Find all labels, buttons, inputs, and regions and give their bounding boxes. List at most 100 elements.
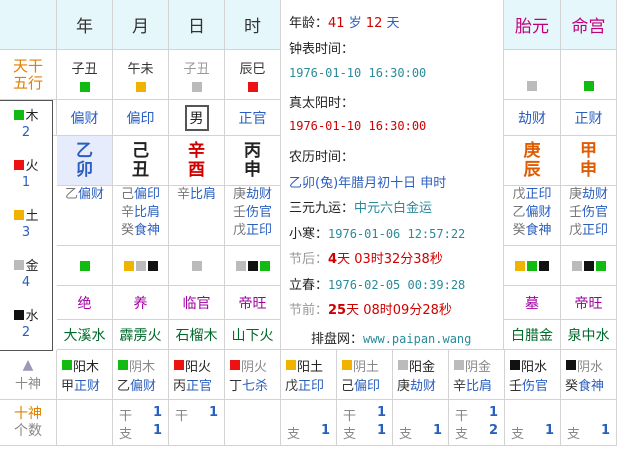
tengod-name: 正印 (298, 378, 325, 394)
yinyang-text: 阳火 (185, 359, 212, 375)
changsheng-cell: 养 (113, 286, 169, 320)
canggan-gan: 癸 (120, 223, 134, 238)
count-row-label: 十神 个数 (0, 400, 57, 446)
nayin-cell: 大溪水 (57, 320, 113, 350)
tengod-yinyang: 阳木 (61, 356, 99, 375)
canggan-shishen: 伤官 (246, 205, 273, 220)
tengod-cell: 阳火丙正官 (169, 350, 225, 400)
changsheng-text: 帝旺 (574, 295, 603, 312)
tengod-name: 劫财 (410, 378, 437, 394)
gan-count-line: 干1 (175, 405, 218, 424)
tengod-line: 丙正官 (173, 375, 212, 394)
site-link[interactable]: www.paipan.wang (363, 332, 471, 346)
zhi-count-line: 支1 (511, 423, 554, 442)
zhi-count-line: 支1 (399, 423, 442, 442)
count-cell (225, 400, 281, 446)
tengod-cell: 阴土己偏印 (337, 350, 393, 400)
changsheng-cell-right: 墓 (504, 286, 561, 320)
canggan-cell: 庚劫财 壬伤官 戊正印 (225, 186, 281, 246)
tengod-name: 偏财 (130, 378, 157, 394)
tengod-gan: 壬 (509, 378, 523, 394)
canggan-shishen: 正印 (582, 223, 609, 238)
gan-count-line (399, 405, 442, 423)
wuxing-count-panel: 木2火1土3金4水2 (0, 100, 53, 351)
tengod-yinyang: 阴土 (341, 356, 379, 375)
canggan-gan: 辛 (120, 205, 134, 220)
tengod-line: 甲正财 (61, 375, 100, 394)
gan-char: 甲 (580, 140, 597, 161)
tengod-line: 戊正印 (285, 375, 324, 394)
tengod-name: 偏印 (354, 378, 381, 394)
zhi-label: 支 (399, 426, 413, 442)
canggan-gan: 戊 (512, 187, 526, 202)
count-cell: 支1 (281, 400, 337, 446)
col-header-month: 月 (113, 0, 169, 50)
element-squares-cell (169, 246, 225, 286)
gan-count-line (511, 405, 554, 423)
zhi-label: 支 (455, 426, 469, 442)
xiaohan-line: 小寒：1976-01-06 12:57:22 (289, 227, 466, 242)
canggan-line: 癸食神 (121, 222, 160, 240)
ganzhi-cell: 辛酉 (169, 136, 225, 186)
wuxing-name: 水 (25, 309, 39, 324)
info-panel: 年龄：41 岁 12 天 钟表时间： 1976-01-10 16:30:00 真… (281, 0, 504, 350)
canggan-line: 乙偏财 (65, 186, 104, 204)
element-square-icon (14, 310, 25, 320)
wuxing-count: 2 (21, 325, 31, 340)
wuxing-cell-right (561, 50, 617, 100)
tengod-yinyang: 阳土 (285, 356, 323, 375)
element-square-icon (515, 260, 525, 271)
changsheng-text: 绝 (77, 295, 92, 312)
tengod-line: 辛比肩 (453, 375, 492, 394)
ganzhi-cell: 己丑 (113, 136, 169, 186)
element-square-icon (566, 360, 576, 370)
canggan-gan: 壬 (568, 205, 582, 220)
tengod-gan: 丁 (229, 378, 243, 394)
triangle-icon: ▲ (22, 357, 34, 373)
solar-value: 1976-01-10 16:30:00 (289, 119, 427, 133)
canggan-cell: 乙偏财 (57, 186, 113, 246)
element-square-icon (539, 260, 549, 271)
tengod-cell: 阳金庚劫财 (393, 350, 449, 400)
tengod-yinyang: 阴木 (117, 356, 155, 375)
yinyang-text: 阳木 (73, 359, 100, 375)
yinyang-text: 阴水 (577, 359, 604, 375)
wuxing-count-item: 水2 (0, 309, 52, 341)
canggan-shishen: 正印 (246, 223, 273, 238)
col-header-hour: 时 (225, 0, 281, 50)
wuxing-count: 4 (21, 275, 31, 290)
zhi-label: 支 (287, 426, 301, 442)
tengod-line: 己偏印 (341, 375, 380, 394)
tengod-gan: 癸 (565, 378, 579, 394)
tengod-gan: 甲 (61, 378, 75, 394)
gan-count-line: 干1 (455, 405, 498, 424)
changsheng-cell: 绝 (57, 286, 113, 320)
yinyang-text: 阴金 (465, 359, 492, 375)
canggan-gan: 庚 (568, 187, 582, 202)
age-line: 年龄：41 岁 12 天 (289, 16, 400, 31)
lichun-line: 立春：1976-02-05 00:39:28 (289, 278, 466, 293)
canggan-gan: 乙 (512, 205, 526, 220)
shishen-row-label: ▲ 十神 (0, 350, 57, 400)
shishen-cell-right: 正财 (561, 100, 617, 136)
nayin-text: 山下火 (231, 327, 274, 344)
wuxing-name: 木 (25, 109, 39, 124)
gan-char: 庚 (523, 140, 541, 161)
zhi-count-line: 支1 (343, 423, 386, 442)
zhi-count-line: 支1 (119, 423, 162, 442)
element-square-icon (14, 210, 25, 220)
ganzhi-cell: 丙申 (225, 136, 281, 186)
canggan-shishen: 偏财 (78, 187, 105, 202)
element-square-icon (230, 360, 240, 370)
col-header-minggong: 命宫 (561, 0, 617, 50)
tengod-line: 丁七杀 (229, 375, 268, 394)
yinyang-text: 阳土 (297, 359, 324, 375)
element-square-icon (79, 260, 90, 271)
yinyang-text: 阴土 (353, 359, 380, 375)
gan-label: 干 (119, 408, 133, 424)
zhi-count-line (175, 423, 218, 441)
gender-cell[interactable]: 男 (169, 100, 225, 136)
canggan-line: 己偏印 (121, 186, 160, 204)
canggan-shishen: 劫财 (582, 187, 609, 202)
col-header-day: 日 (169, 0, 225, 50)
